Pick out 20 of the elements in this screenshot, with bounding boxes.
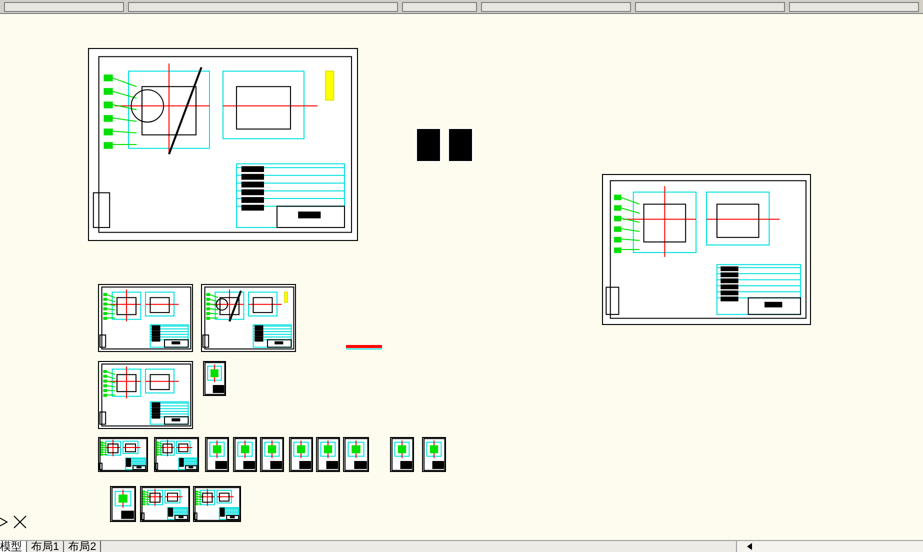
drawing-sheet [110, 486, 136, 522]
part-drawing [346, 344, 382, 350]
layout-tab[interactable]: 模型 [0, 540, 27, 552]
drawing-sheet [390, 437, 414, 472]
drawing-sheet [140, 486, 190, 522]
drawing-sheet [233, 437, 257, 472]
horizontal-scrollbar[interactable] [736, 540, 923, 552]
drawing-sheet [205, 437, 229, 472]
scroll-left-icon[interactable] [747, 543, 753, 550]
drawing-sheet [154, 437, 199, 472]
drawing-sheet [289, 437, 313, 472]
drawing-sheet [343, 437, 369, 472]
filled-sheet [448, 128, 473, 162]
drawing-sheet [422, 437, 446, 472]
drawing-sheet [316, 437, 340, 472]
filled-sheet [416, 128, 441, 162]
drawing-sheet [203, 361, 226, 396]
drawing-sheet [193, 486, 241, 522]
drawing-sheet [260, 437, 284, 472]
drawing-sheet [98, 437, 148, 472]
